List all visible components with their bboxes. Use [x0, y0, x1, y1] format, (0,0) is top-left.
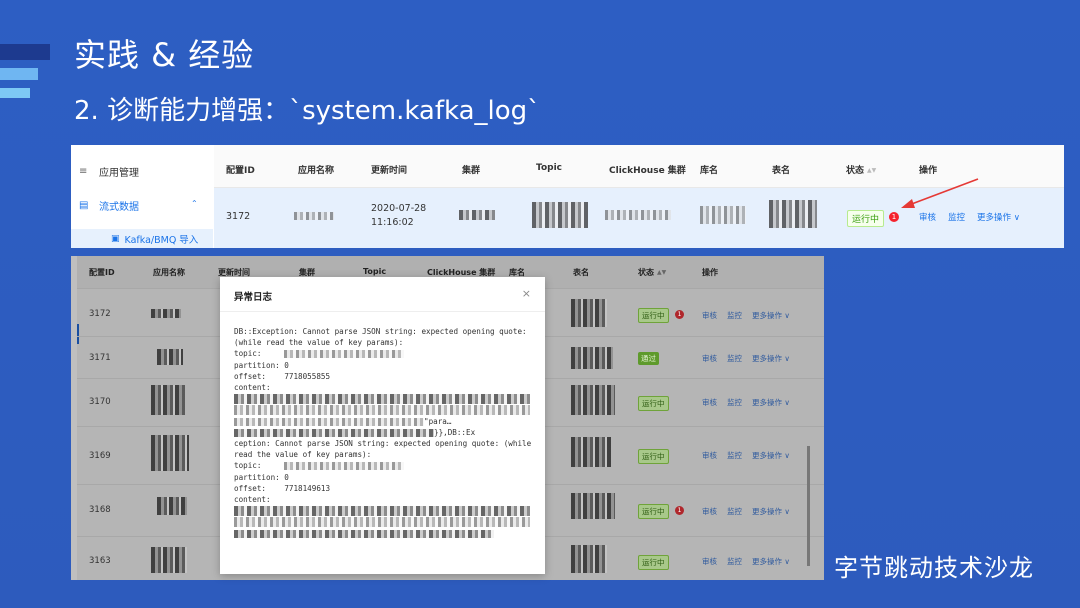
col-status[interactable]: 状态 ▲▼	[846, 163, 876, 176]
monitor-link[interactable]: 监控	[727, 397, 742, 408]
col-app-name: 应用名称	[153, 268, 185, 277]
redacted-app-name	[157, 497, 187, 515]
logo-icon	[0, 40, 60, 110]
monitor-link[interactable]: 监控	[727, 450, 742, 461]
redacted-app-name	[151, 435, 189, 471]
row-config-id: 3171	[89, 353, 111, 363]
col-cluster: 集群	[462, 166, 481, 176]
col-app-name: 应用名称	[298, 166, 335, 176]
redacted-app-name	[151, 547, 187, 573]
slide-subtitle: 2. 诊断能力增强：`system.kafka_log`	[74, 96, 541, 126]
brand-footer: 字节跳动技术沙龙	[834, 554, 1034, 582]
sidebar: ≡ 应用管理 ▤ 流式数据 ⌃ ▣ Kafka/BMQ 导入	[71, 145, 215, 248]
sidebar-item-kafka-import[interactable]: ▣ Kafka/BMQ 导入	[71, 229, 213, 248]
status-badge: 通过	[638, 352, 659, 365]
more-actions-link[interactable]: 更多操作 ∨	[752, 353, 790, 364]
sidebar-item-stream-data[interactable]: ▤ 流式数据	[79, 194, 139, 216]
list-icon: ≡	[79, 165, 88, 177]
slide: 实践 & 经验 2. 诊断能力增强：`system.kafka_log` ≡ 应…	[0, 0, 1080, 608]
col-config-id: 配置ID	[226, 166, 255, 176]
sidebar-item-label: 应用管理	[99, 167, 139, 179]
col-actions: 操作	[702, 268, 718, 277]
col-table-name: 表名	[573, 268, 589, 277]
more-actions-link[interactable]: 更多操作 ∨	[752, 310, 790, 321]
close-icon[interactable]: ×	[522, 287, 531, 300]
redacted-table-name	[571, 437, 611, 467]
col-status[interactable]: 状态 ▲▼	[638, 267, 666, 278]
more-actions-link[interactable]: 更多操作 ∨	[752, 506, 790, 517]
monitor-link[interactable]: 监控	[727, 556, 742, 567]
more-actions-link[interactable]: 更多操作 ∨	[752, 556, 790, 567]
folder-icon: ▣	[111, 233, 120, 244]
log-content: DB::Exception: Cannot parse JSON string:…	[234, 326, 534, 539]
row-config-id: 3168	[89, 505, 111, 515]
col-update-time: 更新时间	[371, 166, 408, 176]
sidebar-item-label: 流式数据	[99, 201, 139, 213]
file-icon: ▤	[79, 199, 89, 211]
redacted-table-name	[769, 200, 817, 228]
sidebar-item-label: Kafka/BMQ 导入	[124, 234, 199, 246]
sort-icon[interactable]: ▲▼	[867, 167, 876, 174]
redacted-app-name	[157, 349, 183, 365]
more-actions-link[interactable]: 更多操作 ∨	[752, 450, 790, 461]
review-link[interactable]: 审核	[702, 397, 717, 408]
slide-title: 实践 & 经验	[74, 36, 255, 74]
row-config-id: 3170	[89, 397, 111, 407]
status-badge: 运行中	[638, 396, 669, 411]
review-link[interactable]: 审核	[702, 353, 717, 364]
row-update-time: 11:16:02	[371, 217, 414, 228]
redacted-cluster	[459, 210, 495, 220]
col-topic: Topic	[363, 267, 387, 276]
col-config-id: 配置ID	[89, 268, 115, 277]
redacted-table-name	[571, 385, 615, 415]
chevron-up-icon[interactable]: ⌃	[191, 199, 198, 208]
redacted-db-name	[700, 206, 746, 224]
monitor-link[interactable]: 监控	[727, 310, 742, 321]
col-table-name: 表名	[772, 166, 791, 176]
error-count-badge[interactable]: 1	[675, 506, 684, 515]
redacted-table-name	[571, 493, 615, 519]
row-config-id: 3172	[226, 211, 251, 222]
row-update-date: 2020-07-28	[371, 203, 427, 214]
row-config-id: 3172	[89, 309, 111, 319]
review-link[interactable]: 审核	[702, 310, 717, 321]
col-clickhouse-cluster: ClickHouse 集群	[609, 166, 686, 176]
modal-title: 异常日志	[234, 292, 273, 303]
col-db-name: 库名	[700, 166, 719, 176]
more-actions-link[interactable]: 更多操作 ∨	[752, 397, 790, 408]
status-badge: 运行中	[638, 308, 669, 323]
redacted-app-name	[151, 385, 185, 415]
status-badge: 运行中	[638, 504, 669, 519]
review-link[interactable]: 审核	[702, 556, 717, 567]
review-link[interactable]: 审核	[702, 450, 717, 461]
redacted-table-name	[571, 347, 613, 369]
redacted-app-name	[294, 212, 334, 220]
redacted-table-name	[571, 545, 607, 573]
monitor-link[interactable]: 监控	[727, 506, 742, 517]
row-config-id: 3163	[89, 556, 111, 566]
redacted-topic	[532, 202, 588, 228]
annotation-arrow-icon	[901, 178, 979, 208]
col-topic: Topic	[536, 163, 562, 173]
row-config-id: 3169	[89, 451, 111, 461]
review-link[interactable]: 审核	[702, 506, 717, 517]
sidebar-item-app-management[interactable]: ≡ 应用管理	[79, 160, 139, 182]
error-count-badge[interactable]: 1	[675, 310, 684, 319]
redacted-app-name	[151, 309, 181, 318]
status-badge: 运行中	[638, 555, 669, 570]
redacted-clickhouse-cluster	[605, 210, 671, 220]
monitor-link[interactable]: 监控	[727, 353, 742, 364]
status-badge: 运行中	[638, 449, 669, 464]
scrollbar[interactable]	[807, 446, 810, 566]
status-badge: 运行中	[847, 210, 885, 227]
error-log-modal: 异常日志 × DB::Exception: Cannot parse JSON …	[220, 277, 545, 574]
redacted-table-name	[571, 299, 607, 327]
